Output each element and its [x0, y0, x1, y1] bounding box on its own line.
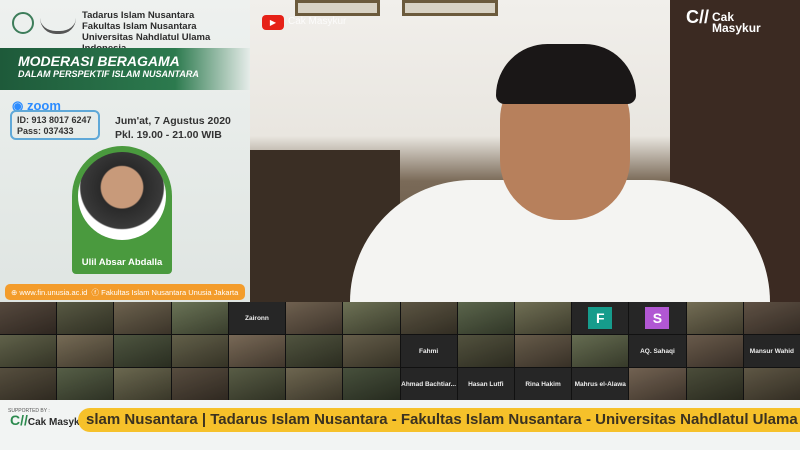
title-banner: MODERASI BERAGAMA DALAM PERSPEKTIF ISLAM… — [0, 48, 250, 90]
brand-mark-icon: C// — [10, 412, 28, 428]
participant-tile[interactable] — [514, 335, 572, 367]
participant-tile[interactable] — [686, 368, 743, 400]
participant-name: Mansur Wahid — [749, 347, 794, 355]
participant-tile[interactable] — [514, 302, 572, 334]
participant-tile[interactable] — [343, 368, 400, 400]
zoom-credentials: ID: 913 8017 6247 Pass: 037433 — [10, 110, 100, 140]
brand-line: Cak — [27, 417, 47, 428]
participant-tile[interactable] — [171, 335, 228, 367]
speaker-card: Ulil Absar Abdalla — [72, 146, 172, 274]
participant-grid: Zaironn F S Fahmi AQ. Sahaqi Mansur Wahid Ahma… — [0, 302, 800, 400]
participant-tile[interactable] — [0, 368, 57, 400]
speaker-photo — [78, 152, 166, 240]
participant-tile[interactable] — [57, 368, 114, 400]
participant-tile[interactable] — [114, 302, 171, 334]
participant-tile[interactable] — [0, 302, 57, 334]
participant-tile[interactable] — [343, 302, 400, 334]
footer: SUPPORTED BY : C//Cak Masykur slam Nusan… — [0, 400, 800, 450]
participant-name: AQ. Sahaqi — [640, 347, 675, 355]
participant-tile[interactable] — [114, 335, 171, 367]
event-title: MODERASI BERAGAMA — [18, 53, 180, 69]
facebook-icon: ⓕ — [91, 288, 100, 297]
participant-tile[interactable] — [286, 368, 343, 400]
brand-mark-icon: C// — [686, 7, 710, 27]
participant-tile[interactable] — [286, 302, 343, 334]
participant-tile[interactable]: Rina Hakim — [514, 368, 572, 400]
zoom-id: ID: 913 8017 6247 — [17, 115, 92, 125]
participant-tile[interactable] — [114, 368, 171, 400]
ticker-text: slam Nusantara | Tadarus Islam Nusantara… — [86, 411, 800, 428]
wall-frame — [402, 0, 498, 16]
participant-tile[interactable] — [57, 302, 114, 334]
participant-tile[interactable] — [457, 335, 514, 367]
event-schedule: Jum'at, 7 Agustus 2020 Pkl. 19.00 - 21.0… — [115, 114, 231, 142]
participant-tile[interactable] — [686, 335, 743, 367]
participant-tile[interactable]: Mahrus el-Alawa — [572, 368, 629, 400]
facebook-link: Fakultas Islam Nusantara Unusia Jakarta — [101, 288, 239, 297]
participant-tile[interactable] — [743, 368, 800, 400]
channel-name: Cak Masykur — [288, 16, 347, 27]
participant-tile[interactable]: Ahmad Bachtiar... — [400, 368, 457, 400]
participant-tile[interactable]: AQ. Sahaqi — [629, 335, 686, 367]
participant-tile[interactable] — [457, 302, 514, 334]
participant-tile[interactable] — [57, 335, 114, 367]
participant-name: Zaironn — [245, 314, 269, 322]
participant-tile[interactable]: S — [629, 302, 686, 334]
participant-initial: F — [588, 307, 613, 329]
participant-tile[interactable] — [286, 335, 343, 367]
org-line: Tadarus Islam Nusantara — [82, 10, 195, 21]
participant-tile[interactable] — [629, 368, 686, 400]
wall-frame — [295, 0, 380, 16]
event-poster: Tadarus Islam Nusantara Fakultas Islam N… — [0, 0, 250, 302]
speaker-cap — [496, 44, 636, 104]
social-links: ⊕ www.fin.unusia.ac.id ⓕ Fakultas Islam … — [5, 284, 245, 300]
speaker-name: Ulil Absar Abdalla — [81, 257, 163, 268]
event-subtitle: DALAM PERSPEKTIF ISLAM NUSANTARA — [18, 69, 199, 79]
zoom-pass: Pass: 037433 — [17, 126, 74, 136]
participant-tile[interactable] — [686, 302, 743, 334]
participant-tile[interactable] — [572, 335, 629, 367]
participant-initial: S — [645, 307, 670, 329]
participant-name: Rina Hakim — [525, 380, 561, 388]
website-link: www.fin.unusia.ac.id — [19, 288, 88, 297]
event-date: Jum'at, 7 Agustus 2020 — [115, 115, 231, 127]
participant-name: Hasan Lutfi — [468, 380, 504, 388]
participant-name: Ahmad Bachtiar... — [401, 380, 457, 388]
participant-tile[interactable] — [171, 368, 228, 400]
org-line: Fakultas Islam Nusantara — [82, 21, 197, 32]
participant-tile[interactable]: F — [572, 302, 629, 334]
participant-tile[interactable] — [228, 335, 286, 367]
youtube-icon: ▶ — [262, 15, 284, 30]
participant-tile[interactable] — [743, 302, 800, 334]
participant-tile[interactable] — [400, 302, 457, 334]
participant-tile[interactable]: Fahmi — [400, 335, 457, 367]
participant-tile[interactable] — [343, 335, 400, 367]
participant-tile[interactable]: Hasan Lutfi — [457, 368, 514, 400]
brand-watermark: C//Cak Masykur — [686, 7, 761, 35]
ship-logo — [40, 14, 76, 34]
news-ticker: slam Nusantara | Tadarus Islam Nusantara… — [78, 408, 800, 432]
participant-name: Fahmi — [419, 347, 439, 355]
unusia-logo — [12, 12, 34, 34]
participant-name: Mahrus el-Alawa — [574, 380, 626, 388]
participant-tile[interactable] — [228, 368, 286, 400]
globe-icon: ⊕ — [11, 288, 18, 297]
participant-tile[interactable] — [0, 335, 57, 367]
participant-tile[interactable]: Mansur Wahid — [743, 335, 800, 367]
main-speaker-video: ▶ Cak Masykur C//Cak Masykur — [250, 0, 800, 302]
participant-tile[interactable] — [171, 302, 228, 334]
event-time: Pkl. 19.00 - 21.00 WIB — [115, 129, 222, 141]
brand-line: Masykur — [712, 21, 761, 35]
participant-tile[interactable]: Zaironn — [228, 302, 286, 334]
